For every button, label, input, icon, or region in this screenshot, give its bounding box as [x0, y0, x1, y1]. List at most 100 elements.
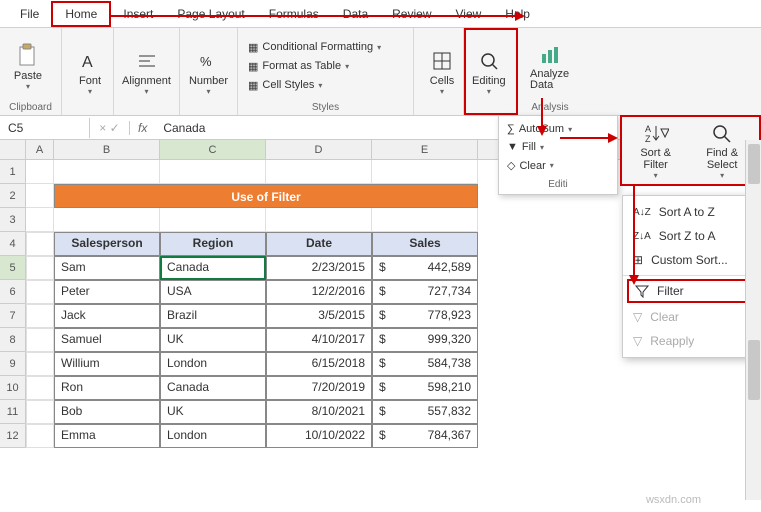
tab-data[interactable]: Data — [331, 1, 380, 27]
tab-formulas[interactable]: Formulas — [257, 1, 331, 27]
col-header-c[interactable]: C — [160, 140, 266, 159]
find-icon — [709, 121, 735, 147]
cells-button[interactable]: Cells ▾ — [420, 45, 464, 98]
watermark: wsxdn.com — [646, 494, 701, 506]
row-header[interactable]: 5 — [0, 256, 26, 280]
reapply-icon: ▽ — [633, 334, 642, 348]
name-box[interactable]: C5 — [0, 118, 90, 138]
row-header[interactable]: 11 — [0, 400, 26, 424]
analyze-data-button[interactable]: Analyze Data — [524, 39, 576, 93]
svg-text:%: % — [200, 54, 212, 69]
row-header[interactable]: 8 — [0, 328, 26, 352]
cell-sales[interactable]: $442,589 — [372, 256, 478, 280]
cell-date[interactable]: 8/10/2021 — [266, 400, 372, 424]
cell-salesperson[interactable]: Emma — [54, 424, 160, 448]
clear-button[interactable]: ◇Clear ▾ — [503, 156, 613, 175]
cell-region[interactable]: USA — [160, 280, 266, 304]
cell-date[interactable]: 2/23/2015 — [266, 256, 372, 280]
cell-sales[interactable]: $584,738 — [372, 352, 478, 376]
th-salesperson[interactable]: Salesperson — [54, 232, 160, 256]
cell-styles-button[interactable]: ▦Cell Styles▾ — [244, 77, 385, 94]
cell-date[interactable]: 3/5/2015 — [266, 304, 372, 328]
cell-sales[interactable]: $727,734 — [372, 280, 478, 304]
cell-salesperson[interactable]: Willium — [54, 352, 160, 376]
row-header[interactable]: 2 — [0, 184, 26, 208]
editing-button[interactable]: Editing ▾ — [466, 45, 512, 98]
cell-date[interactable]: 10/10/2022 — [266, 424, 372, 448]
fx-icon[interactable]: fx — [130, 118, 155, 138]
conditional-formatting-button[interactable]: ▦Conditional Formatting▾ — [244, 39, 385, 56]
tab-review[interactable]: Review — [380, 1, 443, 27]
paste-button[interactable]: Paste ▾ — [6, 40, 50, 93]
cell-region[interactable]: UK — [160, 328, 266, 352]
ribbon: Paste ▾ Clipboard A Font ▾ Alignment ▾ — [0, 28, 761, 116]
group-analysis: Analyze Data Analysis — [518, 28, 582, 115]
tab-home[interactable]: Home — [51, 1, 111, 27]
fill-button[interactable]: ▼Fill ▾ — [503, 138, 613, 156]
formula-buttons[interactable]: × ✓ — [90, 121, 130, 135]
chevron-down-icon: ▾ — [440, 87, 444, 96]
font-icon: A — [78, 47, 102, 75]
col-header-a[interactable]: A — [26, 140, 54, 159]
cell-region[interactable]: Canada — [160, 256, 266, 280]
th-sales[interactable]: Sales — [372, 232, 478, 256]
row-header[interactable]: 9 — [0, 352, 26, 376]
scroll-thumb[interactable] — [748, 340, 760, 400]
custom-sort[interactable]: ⊞Custom Sort... — [623, 248, 751, 272]
cell-region[interactable]: London — [160, 424, 266, 448]
font-button[interactable]: A Font ▾ — [68, 45, 112, 98]
th-date[interactable]: Date — [266, 232, 372, 256]
cell-region[interactable]: Canada — [160, 376, 266, 400]
autosum-button[interactable]: ∑AutoSum ▾ — [503, 120, 613, 138]
number-button[interactable]: % Number ▾ — [186, 45, 231, 98]
cell-salesperson[interactable]: Samuel — [54, 328, 160, 352]
row-header[interactable]: 4 — [0, 232, 26, 256]
tab-file[interactable]: File — [8, 1, 51, 27]
row-header[interactable]: 1 — [0, 160, 26, 184]
cell-salesperson[interactable]: Ron — [54, 376, 160, 400]
format-as-table-button[interactable]: ▦Format as Table▾ — [244, 58, 385, 75]
row-header[interactable]: 3 — [0, 208, 26, 232]
cell-date[interactable]: 12/2/2016 — [266, 280, 372, 304]
row-header[interactable]: 10 — [0, 376, 26, 400]
cell-salesperson[interactable]: Bob — [54, 400, 160, 424]
sort-a-to-z[interactable]: A↓ZSort A to Z — [623, 200, 751, 224]
sort-az-icon: A↓Z — [633, 207, 651, 218]
row-header[interactable]: 6 — [0, 280, 26, 304]
clear-filter: ▽Clear — [623, 305, 751, 329]
cell-date[interactable]: 7/20/2019 — [266, 376, 372, 400]
filter-item[interactable]: Filter — [627, 279, 747, 303]
cell-sales[interactable]: $999,320 — [372, 328, 478, 352]
tab-insert[interactable]: Insert — [111, 1, 165, 27]
tab-view[interactable]: View — [444, 1, 494, 27]
col-header-d[interactable]: D — [266, 140, 372, 159]
tab-help[interactable]: Help — [493, 1, 542, 27]
cell-sales[interactable]: $784,367 — [372, 424, 478, 448]
col-header-e[interactable]: E — [372, 140, 478, 159]
sort-filter-button[interactable]: AZ Sort & Filter▾ — [624, 119, 687, 182]
sort-z-to-a[interactable]: Z↓ASort Z to A — [623, 224, 751, 248]
scroll-thumb[interactable] — [748, 144, 760, 184]
cell-region[interactable]: Brazil — [160, 304, 266, 328]
cell-sales[interactable]: $778,923 — [372, 304, 478, 328]
cell-salesperson[interactable]: Jack — [54, 304, 160, 328]
custom-sort-icon: ⊞ — [633, 253, 643, 267]
select-all-corner[interactable] — [0, 140, 26, 159]
th-region[interactable]: Region — [160, 232, 266, 256]
alignment-button[interactable]: Alignment ▾ — [120, 45, 173, 98]
vertical-scrollbar[interactable] — [745, 140, 761, 500]
cell-sales[interactable]: $557,832 — [372, 400, 478, 424]
col-header-b[interactable]: B — [54, 140, 160, 159]
row-header[interactable]: 7 — [0, 304, 26, 328]
cell-region[interactable]: UK — [160, 400, 266, 424]
cell-salesperson[interactable]: Peter — [54, 280, 160, 304]
row-header[interactable]: 12 — [0, 424, 26, 448]
cell-date[interactable]: 6/15/2018 — [266, 352, 372, 376]
cell-salesperson[interactable]: Sam — [54, 256, 160, 280]
tab-page-layout[interactable]: Page Layout — [165, 1, 256, 27]
title-banner[interactable]: Use of Filter — [54, 184, 478, 208]
cell-region[interactable]: London — [160, 352, 266, 376]
cell-sales[interactable]: $598,210 — [372, 376, 478, 400]
chevron-down-icon: ▾ — [26, 82, 30, 91]
cell-date[interactable]: 4/10/2017 — [266, 328, 372, 352]
